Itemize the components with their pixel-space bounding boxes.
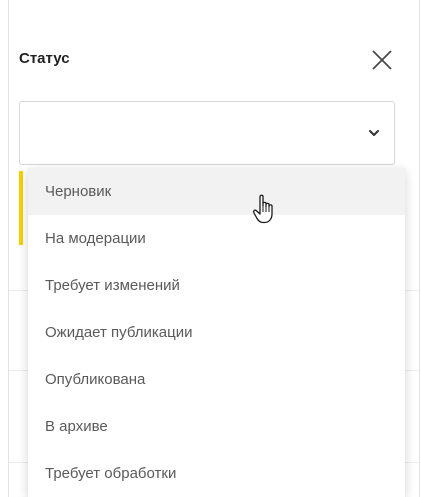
screen: Статус Черновик На модерации Требует изм…: [0, 0, 421, 497]
accent-strip: [19, 171, 23, 245]
dropdown-option[interactable]: Опубликована: [28, 356, 405, 403]
panel-title: Статус: [19, 50, 70, 67]
status-select[interactable]: [19, 101, 395, 165]
chevron-down-icon: [368, 128, 380, 138]
dropdown-option[interactable]: Ожидает публикации: [28, 309, 405, 356]
close-icon: [369, 47, 395, 73]
dropdown-option[interactable]: Требует обработки: [28, 450, 405, 497]
dropdown-option[interactable]: На модерации: [28, 215, 405, 262]
dropdown-option[interactable]: Черновик: [28, 168, 405, 215]
status-dropdown-menu: Черновик На модерации Требует изменений …: [28, 168, 405, 497]
dropdown-option[interactable]: Требует изменений: [28, 262, 405, 309]
close-button[interactable]: [369, 47, 395, 73]
dropdown-option[interactable]: В архиве: [28, 403, 405, 450]
